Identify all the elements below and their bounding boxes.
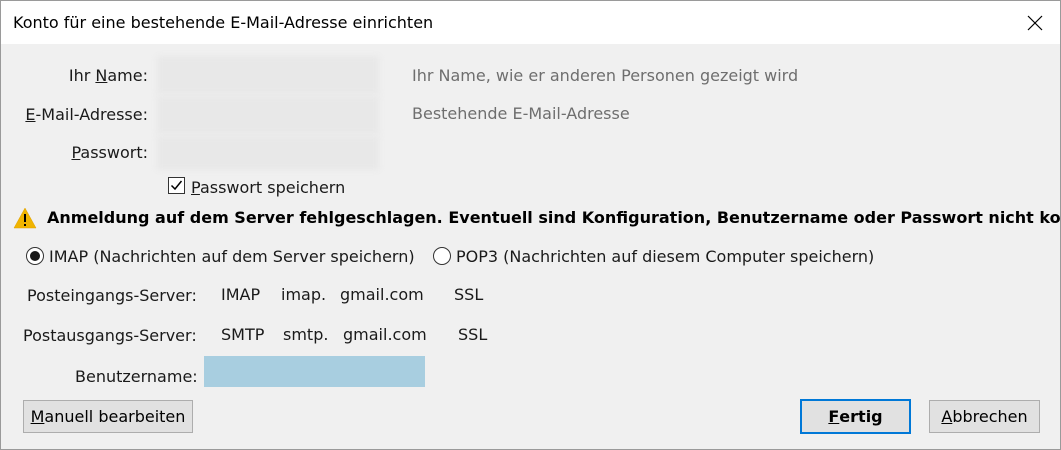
password-input[interactable] — [157, 136, 379, 170]
name-input[interactable] — [157, 56, 379, 94]
name-label: Ihr Name: — [68, 66, 148, 85]
outgoing-host-prefix[interactable]: smtp. — [283, 325, 328, 344]
close-icon — [1027, 15, 1043, 30]
incoming-protocol[interactable]: IMAP — [221, 285, 260, 304]
account-setup-dialog: Konto für eine bestehende E-Mail-Adresse… — [0, 0, 1061, 450]
pop3-radio[interactable] — [433, 247, 451, 265]
login-failed-warning: Anmeldung auf dem Server fehlgeschlagen.… — [47, 208, 1061, 227]
title-bar: Konto für eine bestehende E-Mail-Adresse… — [1, 1, 1060, 44]
outgoing-host-domain[interactable]: gmail.com — [343, 325, 427, 344]
email-hint: Bestehende E-Mail-Adresse — [412, 104, 630, 123]
done-button[interactable]: Fertig — [800, 399, 911, 434]
close-button[interactable] — [1011, 1, 1059, 44]
checkmark-icon — [170, 180, 183, 191]
manual-edit-button[interactable]: Manuell bearbeiten — [23, 400, 193, 433]
pop3-radio-label[interactable]: POP3 (Nachrichten auf diesem Computer sp… — [456, 247, 874, 266]
save-password-label[interactable]: Passwort speichern — [191, 178, 345, 197]
incoming-security[interactable]: SSL — [454, 285, 483, 304]
outgoing-server-label: Postausgangs-Server: — [23, 326, 197, 345]
cancel-button[interactable]: Abbrechen — [929, 400, 1040, 433]
save-password-checkbox[interactable] — [168, 177, 185, 194]
username-label: Benutzername: — [75, 367, 198, 386]
outgoing-protocol[interactable]: SMTP — [221, 325, 264, 344]
imap-radio-label[interactable]: IMAP (Nachrichten auf dem Server speiche… — [49, 247, 415, 266]
incoming-host-prefix[interactable]: imap. — [281, 285, 326, 304]
name-hint: Ihr Name, wie er anderen Personen gezeig… — [412, 66, 799, 85]
password-label: Passwort: — [71, 143, 148, 162]
email-input[interactable] — [157, 96, 379, 134]
incoming-server-label: Posteingangs-Server: — [27, 286, 197, 305]
imap-radio[interactable] — [26, 247, 44, 265]
email-label: E-Mail-Adresse: — [25, 105, 148, 124]
username-input[interactable] — [204, 356, 425, 387]
dialog-title: Konto für eine bestehende E-Mail-Adresse… — [13, 13, 434, 32]
incoming-host-domain[interactable]: gmail.com — [340, 285, 424, 304]
warning-icon — [13, 207, 37, 229]
outgoing-security[interactable]: SSL — [458, 325, 487, 344]
